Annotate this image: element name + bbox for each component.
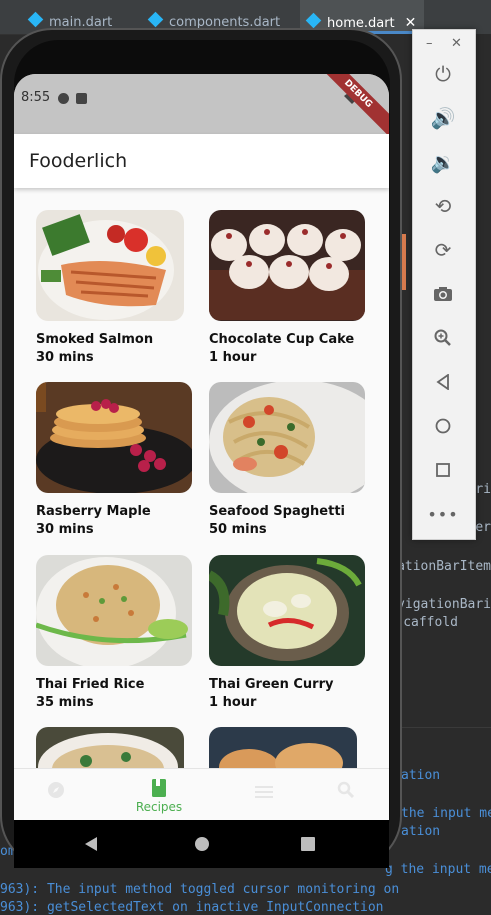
overview-icon[interactable]	[429, 456, 457, 484]
dart-file-icon	[305, 12, 322, 29]
recipe-name: Smoked Salmon	[36, 332, 154, 347]
search-icon	[337, 781, 355, 799]
log-line: g the input me	[385, 862, 491, 877]
nav-label-recipes: Recipes	[135, 800, 183, 814]
status-bar: 8:55 DEBUG	[14, 74, 389, 139]
android-overview-icon[interactable]	[301, 837, 315, 851]
recipe-time: 50 mins	[209, 522, 267, 537]
rotate-left-icon[interactable]: ⟲	[429, 192, 457, 220]
code-fragment: caffold	[403, 615, 458, 630]
zoom-icon[interactable]	[429, 324, 457, 352]
android-back-icon[interactable]	[84, 836, 98, 852]
book-icon	[152, 779, 166, 797]
app-bar: Fooderlich	[14, 134, 389, 188]
code-fragment: avigationBari	[389, 597, 491, 612]
recipe-time: 30 mins	[36, 350, 94, 365]
recipe-name: Seafood Spaghetti	[209, 504, 346, 519]
home-icon[interactable]	[429, 412, 457, 440]
recipe-name: Rasberry Maple	[36, 504, 151, 519]
recipe-image	[36, 727, 184, 768]
recipe-time: 1 hour	[209, 695, 257, 710]
recipe-time: 1 hour	[209, 350, 257, 365]
dart-file-icon	[147, 11, 164, 28]
recipe-time: 35 mins	[36, 695, 94, 710]
log-line: 963): The input method toggled cursor mo…	[0, 882, 400, 897]
camera-icon[interactable]	[429, 280, 457, 308]
sd-card-icon	[76, 93, 87, 104]
debug-banner: DEBUG	[313, 74, 389, 139]
log-line: 963): getSelectedText on inactive InputC…	[0, 900, 384, 915]
app-screen: 8:55 DEBUG Fooderlich Smoked Salmon 30 m…	[14, 74, 389, 839]
recipe-image	[209, 727, 357, 768]
recipe-image	[209, 382, 365, 493]
recipe-grid[interactable]: Smoked Salmon 30 mins Chocolate Cup Cake…	[14, 188, 389, 768]
recipe-image	[209, 555, 365, 666]
more-icon[interactable]: •••	[427, 500, 457, 528]
code-fragment: ationBarItem	[397, 559, 491, 574]
notification-icon	[58, 93, 69, 104]
status-time: 8:55	[21, 90, 51, 105]
nav-item-search[interactable]	[316, 775, 376, 799]
nav-item-recipes[interactable]: Recipes	[129, 775, 189, 814]
back-icon[interactable]	[429, 368, 457, 396]
volume-down-icon[interactable]: 🔉	[429, 148, 457, 176]
minimize-icon[interactable]: –	[426, 36, 433, 51]
list-icon	[255, 786, 273, 798]
android-home-icon[interactable]	[194, 836, 210, 852]
rotate-right-icon[interactable]: ⟳	[429, 236, 457, 264]
recipe-time: 30 mins	[36, 522, 94, 537]
recipe-image	[36, 382, 192, 493]
recipe-name: Chocolate Cup Cake	[209, 332, 355, 347]
scroll-marker	[402, 234, 406, 290]
power-icon[interactable]: ⏻	[429, 60, 457, 88]
recipe-name: Thai Green Curry	[209, 677, 334, 692]
recipe-image	[36, 210, 184, 321]
emulator-toolbar: – ✕ ⏻ 🔊 🔉 ⟲ ⟳ •••	[412, 29, 476, 540]
log-line: ation	[401, 824, 441, 839]
nav-item-explore[interactable]	[26, 775, 86, 799]
android-nav-bar	[14, 820, 389, 868]
recipe-name: Thai Fried Rice	[36, 677, 145, 692]
page-title: Fooderlich	[29, 150, 128, 172]
nav-item-list[interactable]	[234, 775, 294, 799]
bottom-navigation-bar: Recipes	[14, 768, 389, 821]
close-icon[interactable]: ✕	[451, 36, 462, 51]
explore-icon	[48, 782, 64, 798]
recipe-image	[209, 210, 365, 321]
log-line: the input me	[401, 806, 491, 821]
dart-file-icon	[27, 11, 44, 28]
volume-up-icon[interactable]: 🔊	[429, 104, 457, 132]
recipe-image	[36, 555, 192, 666]
log-line: ation	[401, 768, 441, 783]
